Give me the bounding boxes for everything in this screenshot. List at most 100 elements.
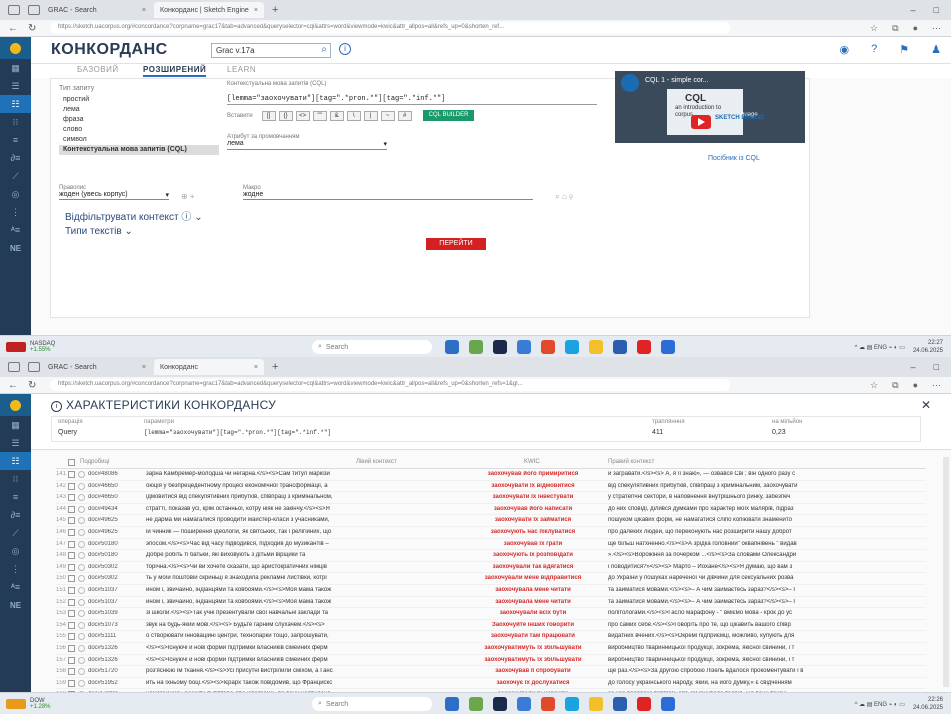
minimize-icon[interactable]: – (911, 5, 916, 15)
ne-icon[interactable]: NE (0, 596, 31, 614)
edge-icon[interactable] (517, 697, 531, 711)
row-info-icon[interactable] (78, 471, 85, 478)
row-info-icon[interactable] (78, 482, 85, 490)
insert-backslash-button[interactable]: \ (346, 110, 361, 121)
favorite-icon[interactable]: ☆ (870, 380, 878, 391)
doc-ref[interactable]: doc#50302 (88, 564, 146, 570)
taskbar-search[interactable]: ⌕ Search (312, 697, 432, 711)
trends-icon[interactable]: ⟋ (0, 167, 31, 185)
row-info-icon[interactable] (78, 656, 85, 664)
profile-icon[interactable]: ● (913, 380, 918, 391)
row-checkbox[interactable] (68, 540, 75, 548)
tab-list-icon[interactable] (28, 362, 40, 372)
insert-hash-button[interactable]: # (397, 110, 412, 121)
kwic-hit[interactable]: заохочувала мене читати (458, 587, 608, 593)
kwic-hit[interactable]: заохочуватимуть їх збільшувати (458, 645, 608, 651)
insert-brackets-button[interactable]: [] (261, 110, 276, 121)
doc-ref[interactable]: doc#51039 (88, 610, 146, 616)
table-row[interactable]: 159 doc#51952 йть на їхньому боці.</s><s>І… (56, 678, 926, 690)
video-app-icon[interactable] (493, 697, 507, 711)
sketch-engine-logo[interactable] (0, 37, 31, 59)
tab-basic[interactable]: БАЗОВИЙ (77, 65, 119, 74)
doc-ref[interactable]: doc#51952 (88, 680, 146, 686)
tab-concordance[interactable]: Конкорданс | Sketch Engine × (154, 2, 264, 18)
ngrams-icon[interactable]: ⋮ (0, 560, 31, 578)
reload-icon[interactable]: ↻ (28, 380, 40, 391)
dashboard-icon[interactable]: ▦ (0, 416, 31, 434)
row-info-icon[interactable] (78, 505, 85, 513)
row-info-icon[interactable] (78, 610, 85, 618)
trends-icon[interactable]: ⟋ (0, 524, 31, 542)
kwic-hit[interactable]: заохочують їх розповідати (458, 552, 608, 558)
sketch-engine-logo[interactable] (0, 394, 31, 416)
url-field[interactable]: https://sketch.uacorpus.org/#concordance… (50, 379, 730, 391)
doc-ref[interactable]: doc#49625 (88, 517, 146, 523)
start-icon[interactable] (445, 340, 459, 354)
kwic-hit[interactable]: заохочують нас піклуватися (458, 529, 608, 535)
feedback-icon[interactable]: ◉ (840, 43, 850, 56)
word-icon[interactable] (661, 340, 675, 354)
default-attr-select[interactable]: лема ▾ (227, 140, 387, 150)
concordance-icon[interactable]: ☷ (0, 452, 31, 470)
menu-icon[interactable]: ⋯ (932, 380, 941, 391)
store-icon[interactable] (613, 340, 627, 354)
menu-icon[interactable]: ⋯ (932, 23, 941, 34)
row-info-icon[interactable] (78, 563, 85, 571)
row-checkbox[interactable] (68, 494, 75, 502)
insert-amp-button[interactable]: & (329, 110, 344, 121)
doc-ref[interactable]: doc#50302 (88, 575, 146, 581)
close-tab-icon[interactable]: × (254, 7, 258, 14)
row-info-icon[interactable] (78, 586, 85, 594)
doc-ref[interactable]: doc#48086 (88, 471, 146, 477)
kwic-hit[interactable]: заохочуватимуть їх збільшувати (458, 657, 608, 663)
kwic-hit[interactable]: заохочували всіх бути (458, 610, 608, 616)
table-row[interactable]: 150 doc#50302 ть у моїй поштовій скриньці … (56, 573, 926, 585)
favorite-icon[interactable]: ☆ (870, 23, 878, 34)
word-icon[interactable] (661, 697, 675, 711)
row-checkbox[interactable] (68, 528, 75, 536)
table-row[interactable]: 143 doc#46650 ідмовитися від спекулятивних… (56, 492, 926, 504)
edge-icon[interactable] (517, 340, 531, 354)
start-icon[interactable] (445, 697, 459, 711)
chrome-icon[interactable] (541, 697, 555, 711)
doc-ref[interactable]: doc#49434 (88, 506, 146, 512)
stock-widget[interactable]: DOW +1.28% (6, 698, 86, 710)
table-row[interactable]: 148 doc#50180 Добре робіть ті батьки, які … (56, 550, 926, 562)
terms-icon[interactable]: ᴬ≡ (0, 578, 31, 596)
tab-list-icon[interactable] (28, 5, 40, 15)
help-icon[interactable]: ? (871, 43, 877, 56)
row-info-icon[interactable] (78, 633, 85, 641)
target-icon[interactable]: ◎ (0, 185, 31, 203)
kwic-hit[interactable]: заохочували так вдягатися (458, 564, 608, 570)
maximize-icon[interactable]: □ (934, 5, 939, 15)
url-field[interactable]: https://sketch.uacorpus.org/#concordance… (50, 22, 730, 34)
landscape-app-icon[interactable] (469, 340, 483, 354)
list-icon[interactable]: ☰ (0, 434, 31, 452)
doc-ref[interactable]: doc#51326 (88, 645, 146, 651)
table-row[interactable]: 141 doc#48086 зарна Камбремер-молодша чи н… (56, 469, 926, 481)
play-icon[interactable] (691, 115, 711, 129)
ngrams-icon[interactable]: ⋮ (0, 203, 31, 221)
close-icon[interactable]: ✕ (921, 398, 931, 412)
query-type-word[interactable]: слово (59, 125, 219, 135)
doc-ref[interactable]: doc#51037 (88, 599, 146, 605)
table-row[interactable]: 144 doc#49434 стратті, показав усі, крім о… (56, 504, 926, 516)
query-type-character[interactable]: символ (59, 135, 219, 145)
user-icon[interactable]: ♟ (931, 43, 941, 56)
row-checkbox[interactable] (68, 563, 75, 571)
keywords-icon[interactable]: ∂≡ (0, 506, 31, 524)
tab-concordance[interactable]: Конкорданс × (154, 359, 264, 375)
table-row[interactable]: 154 doc#51073 звук на будь-який мові.</s><… (56, 620, 926, 632)
doc-ref[interactable]: doc#50180 (88, 541, 146, 547)
taskbar-search[interactable]: ⌕ Search (312, 340, 432, 354)
close-tab-icon[interactable]: × (142, 364, 146, 371)
wordlist-icon[interactable]: ≡ (0, 131, 31, 149)
row-checkbox[interactable] (68, 644, 75, 652)
kwic-hit[interactable]: заохочує їх дослухатися (458, 680, 608, 686)
table-row[interactable]: 142 doc#46650 оюція у безпрецедентному про… (56, 481, 926, 493)
dashboard-icon[interactable]: ▦ (0, 59, 31, 77)
concordance-icon[interactable]: ☷ (0, 95, 31, 113)
back-icon[interactable]: ← (8, 380, 20, 391)
folder-icon[interactable] (589, 340, 603, 354)
row-info-icon[interactable] (78, 540, 85, 548)
